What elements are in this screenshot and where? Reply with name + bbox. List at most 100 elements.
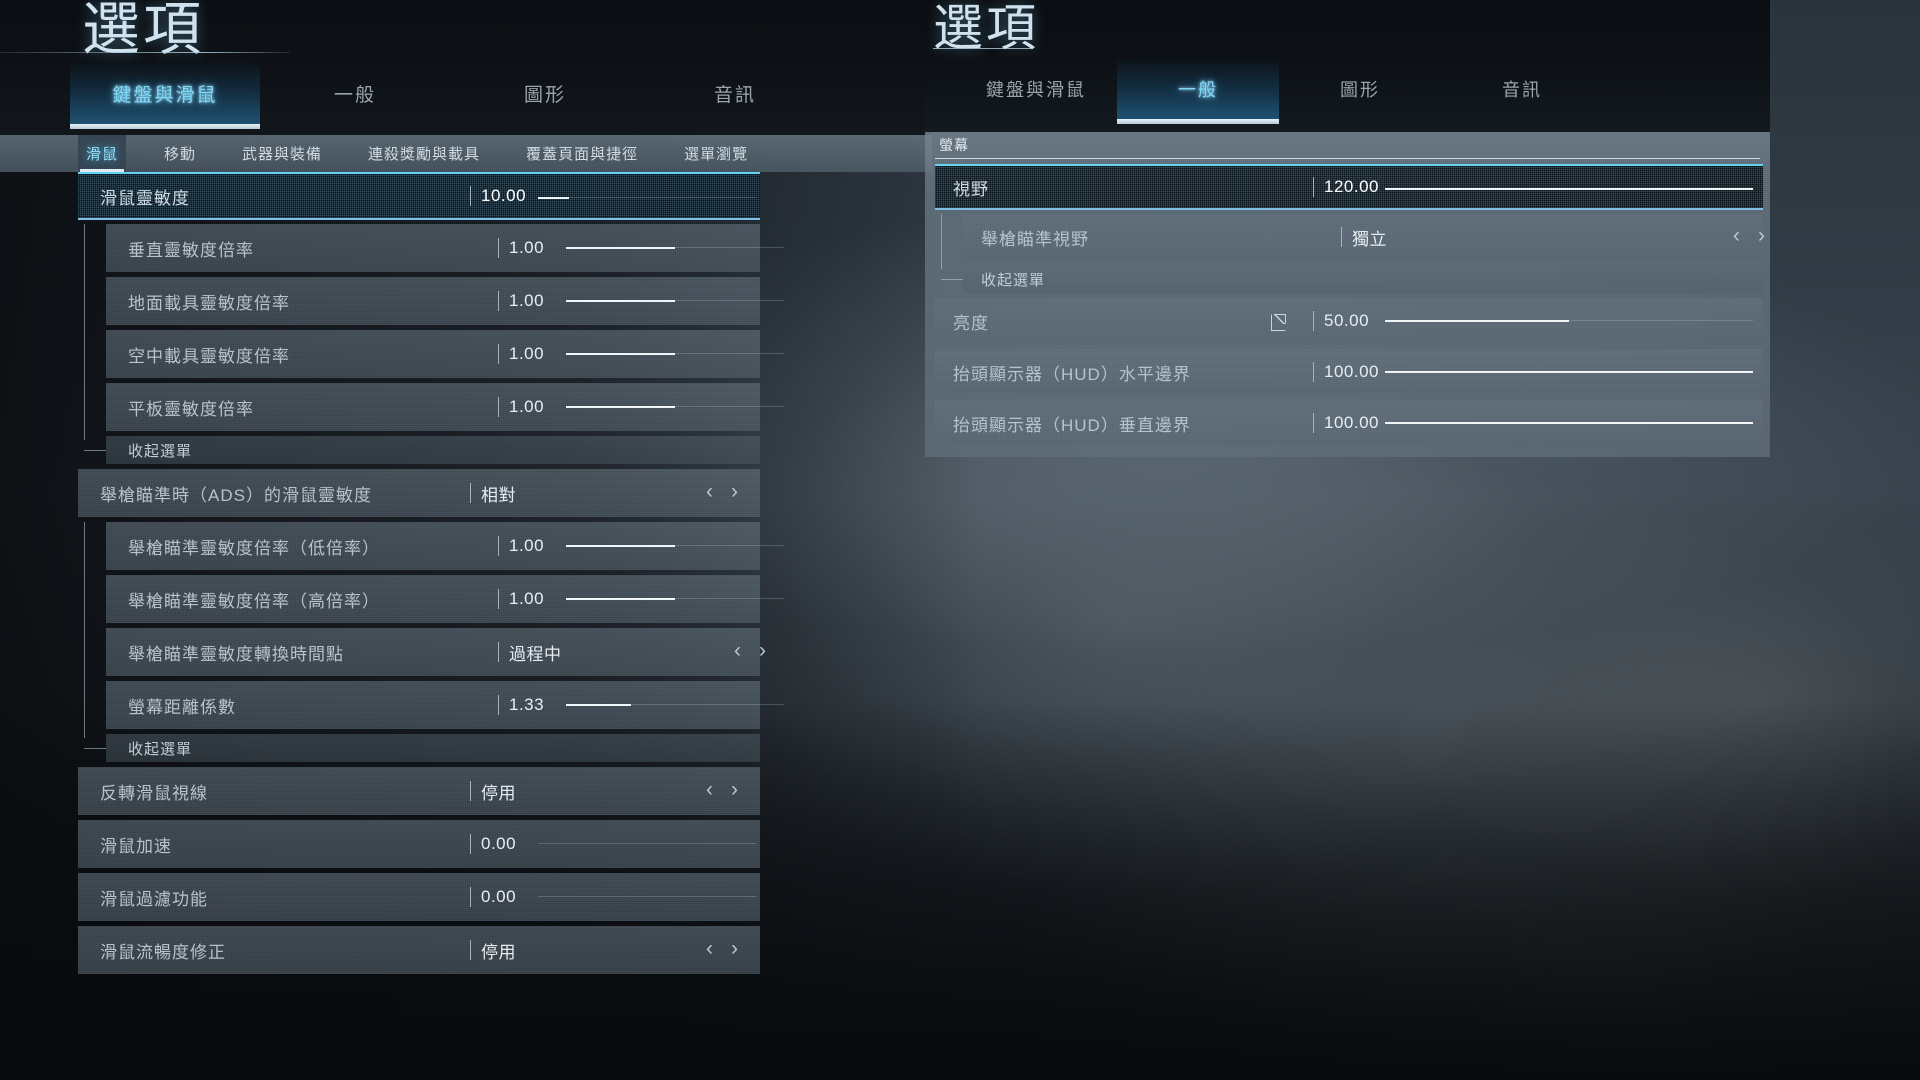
setting-row-反轉滑鼠視線[interactable]: 反轉滑鼠視線 停用 ‹ ›	[78, 767, 760, 815]
setting-row-滑鼠流暢度修正[interactable]: 滑鼠流暢度修正 停用 ‹ ›	[78, 926, 760, 974]
setting-value-group: 停用	[470, 779, 543, 804]
setting-slider[interactable]	[566, 406, 784, 408]
tab-label: 一般	[1178, 80, 1218, 100]
chevron-right-icon[interactable]: ›	[759, 640, 766, 661]
chevron-right-icon[interactable]: ›	[731, 481, 738, 502]
right-tab-audio[interactable]: 音訊	[1441, 58, 1603, 120]
setting-row-舉槍瞄準靈敏度倍率低倍率[interactable]: 舉槍瞄準靈敏度倍率（低倍率） 1.00	[106, 522, 784, 570]
setting-slider[interactable]	[566, 353, 784, 355]
setting-value: 停用	[481, 942, 516, 962]
tab-keyboard-and-mouse[interactable]: 鍵盤與滑鼠	[70, 62, 260, 129]
setting-row-視野[interactable]: 視野 120.00	[935, 164, 1763, 210]
setting-stepper: ‹ ›	[706, 481, 738, 502]
setting-row-空中載具靈敏度倍率[interactable]: 空中載具靈敏度倍率 1.00	[106, 330, 784, 378]
slider-fill	[538, 197, 569, 199]
setting-label: 舉槍瞄準靈敏度倍率（高倍率）	[128, 591, 380, 611]
setting-row-抬頭顯示器HUD垂直邊界[interactable]: 抬頭顯示器（HUD）垂直邊界 100.00	[935, 400, 1763, 446]
setting-row-舉槍瞄準時ADS的滑鼠靈敏度[interactable]: 舉槍瞄準時（ADS）的滑鼠靈敏度 相對 ‹ ›	[78, 469, 760, 517]
setting-value: 50.00	[1324, 311, 1370, 330]
setting-slider[interactable]	[538, 843, 756, 845]
setting-value: 1.00	[509, 589, 545, 608]
value-divider	[1313, 177, 1314, 197]
setting-value-group: 獨立	[1341, 225, 1414, 250]
slider-track	[538, 197, 756, 198]
setting-slider[interactable]	[566, 300, 784, 302]
chevron-left-icon[interactable]: ‹	[1733, 225, 1740, 246]
collapse-menu-row[interactable]: 收起選單	[84, 734, 760, 762]
tab-label: 圖形	[523, 85, 566, 106]
setting-row-抬頭顯示器HUD水平邊界[interactable]: 抬頭顯示器（HUD）水平邊界 100.00	[935, 349, 1763, 395]
setting-slider[interactable]	[1385, 188, 1753, 190]
slider-fill	[1385, 422, 1753, 424]
setting-row-舉槍瞄準視野[interactable]: 舉槍瞄準視野 獨立 ‹ ›	[963, 214, 1765, 260]
setting-value-group: 1.00	[498, 238, 571, 258]
chevron-left-icon[interactable]: ‹	[734, 640, 741, 661]
setting-slider[interactable]	[566, 545, 784, 547]
setting-label: 垂直靈敏度倍率	[128, 240, 254, 260]
slider-fill	[566, 247, 675, 249]
setting-label: 舉槍瞄準靈敏度倍率（低倍率）	[128, 538, 380, 558]
setting-row-滑鼠加速[interactable]: 滑鼠加速 0.00	[78, 820, 760, 868]
right-options-panel: 選項 鍵盤與滑鼠 一般 圖形 音訊 螢幕 視野 120.00 舉槍瞄準視野 獨立…	[925, 0, 1770, 457]
subtab-weapons-and-equipment[interactable]: 武器與裝備	[234, 135, 330, 172]
subtab-killstreaks-and-vehicles[interactable]: 連殺獎勵與載具	[360, 135, 488, 172]
right-tab-graphics[interactable]: 圖形	[1279, 58, 1441, 120]
right-title-divider	[933, 48, 1033, 49]
setting-slider[interactable]	[566, 598, 784, 600]
right-panel-body: 螢幕 視野 120.00 舉槍瞄準視野 獨立 ‹ › 收起選單 亮度 50.00 抬頭顯示器（HU…	[925, 132, 1770, 457]
setting-slider[interactable]	[1385, 422, 1753, 424]
setting-slider[interactable]	[566, 247, 784, 249]
chevron-left-icon[interactable]: ‹	[706, 779, 713, 800]
left-options-panel: 選項 鍵盤與滑鼠 一般 圖形 音訊 滑鼠 移動 武器與裝備 連殺獎勵與載具 覆蓋…	[0, 0, 932, 1080]
setting-row-螢幕距離係數[interactable]: 螢幕距離係數 1.33	[106, 681, 784, 729]
chevron-right-icon[interactable]: ›	[731, 779, 738, 800]
subtab-movement[interactable]: 移動	[156, 135, 204, 172]
tab-label: 圖形	[1340, 80, 1380, 100]
setting-value: 1.00	[509, 397, 545, 416]
subtab-label: 選單瀏覽	[684, 146, 749, 163]
setting-subgroup: 舉槍瞄準視野 獨立 ‹ › 收起選單	[935, 214, 1768, 293]
tab-general[interactable]: 一般	[260, 62, 450, 125]
setting-slider[interactable]	[1385, 371, 1753, 373]
tab-graphics[interactable]: 圖形	[450, 62, 640, 125]
tab-audio[interactable]: 音訊	[640, 62, 830, 125]
value-divider	[498, 397, 499, 417]
setting-label: 空中載具靈敏度倍率	[128, 346, 290, 366]
setting-value: 過程中	[509, 644, 562, 664]
setting-value: 停用	[481, 783, 516, 803]
setting-row-垂直靈敏度倍率[interactable]: 垂直靈敏度倍率 1.00	[106, 224, 784, 272]
collapse-menu-row[interactable]: 收起選單	[84, 436, 760, 464]
setting-label: 滑鼠過濾功能	[100, 889, 208, 909]
subtab-mouse[interactable]: 滑鼠	[78, 135, 127, 172]
setting-slider[interactable]	[1385, 320, 1753, 322]
slider-fill	[566, 406, 675, 408]
setting-row-舉槍瞄準靈敏度倍率高倍率[interactable]: 舉槍瞄準靈敏度倍率（高倍率） 1.00	[106, 575, 784, 623]
chevron-right-icon[interactable]: ›	[731, 938, 738, 959]
setting-value-group: 100.00	[1313, 362, 1386, 382]
setting-row-舉槍瞄準靈敏度轉換時間點[interactable]: 舉槍瞄準靈敏度轉換時間點 過程中 ‹ ›	[106, 628, 766, 676]
value-divider	[498, 589, 499, 609]
setting-row-平板靈敏度倍率[interactable]: 平板靈敏度倍率 1.00	[106, 383, 784, 431]
setting-row-滑鼠過濾功能[interactable]: 滑鼠過濾功能 0.00	[78, 873, 760, 921]
chevron-left-icon[interactable]: ‹	[706, 481, 713, 502]
chevron-right-icon[interactable]: ›	[1758, 225, 1765, 246]
setting-label: 舉槍瞄準靈敏度轉換時間點	[128, 644, 344, 664]
right-tab-general[interactable]: 一般	[1117, 58, 1279, 124]
setting-slider[interactable]	[538, 896, 756, 898]
chevron-left-icon[interactable]: ‹	[706, 938, 713, 959]
setting-row-地面載具靈敏度倍率[interactable]: 地面載具靈敏度倍率 1.00	[106, 277, 784, 325]
subtab-overlays-and-shortcuts[interactable]: 覆蓋頁面與捷徑	[518, 135, 646, 172]
setting-value: 1.33	[509, 695, 545, 714]
value-divider	[470, 483, 471, 503]
right-tab-keyboard-and-mouse[interactable]: 鍵盤與滑鼠	[955, 58, 1117, 120]
subtab-label: 武器與裝備	[242, 146, 323, 163]
setting-slider[interactable]	[566, 704, 784, 706]
setting-slider[interactable]	[538, 197, 756, 199]
collapse-menu-label: 收起選單	[981, 271, 1046, 289]
setting-row-亮度[interactable]: 亮度 50.00	[935, 298, 1763, 344]
setting-value-group: 1.00	[498, 536, 571, 556]
collapse-menu-row[interactable]: 收起選單	[941, 265, 1763, 293]
left-page-title: 選項	[82, 0, 205, 62]
setting-row-滑鼠靈敏度[interactable]: 滑鼠靈敏度 10.00	[78, 172, 760, 220]
subtab-menu-navigation[interactable]: 選單瀏覽	[676, 135, 756, 172]
